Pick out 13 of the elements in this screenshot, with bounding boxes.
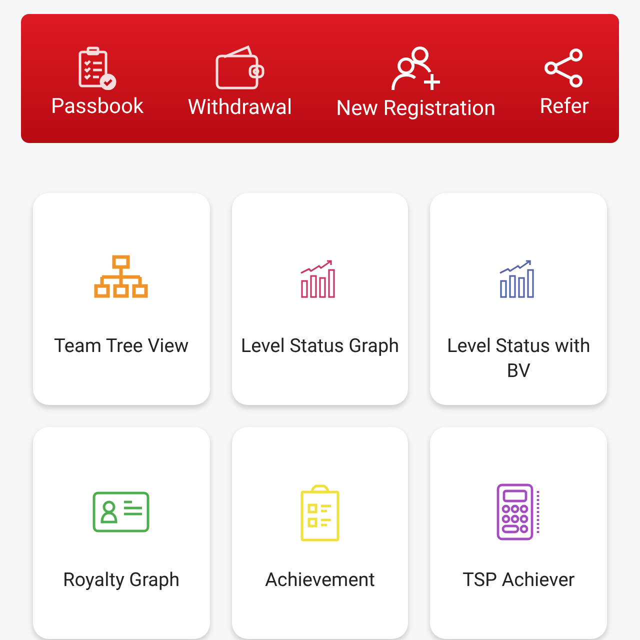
menu-tile[interactable]: TSP Achiever xyxy=(430,427,607,639)
menu-tile[interactable]: Level Status Graph xyxy=(232,193,408,405)
action-button[interactable]: Passbook xyxy=(51,46,144,120)
add-users-icon xyxy=(390,44,442,92)
action-button[interactable]: Withdrawal xyxy=(188,44,292,120)
menu-tile[interactable]: Royalty Graph xyxy=(33,427,210,639)
wallet-icon xyxy=(214,44,266,90)
action-button[interactable]: Refer xyxy=(540,46,589,120)
clipboard-check-icon xyxy=(77,46,118,90)
action-button[interactable]: New Registration xyxy=(336,44,496,122)
menu-tile[interactable]: Team Tree View xyxy=(33,193,210,405)
menu-tile[interactable]: Achievement xyxy=(232,427,408,639)
menu-tile[interactable]: Level Status with BV xyxy=(430,193,607,405)
